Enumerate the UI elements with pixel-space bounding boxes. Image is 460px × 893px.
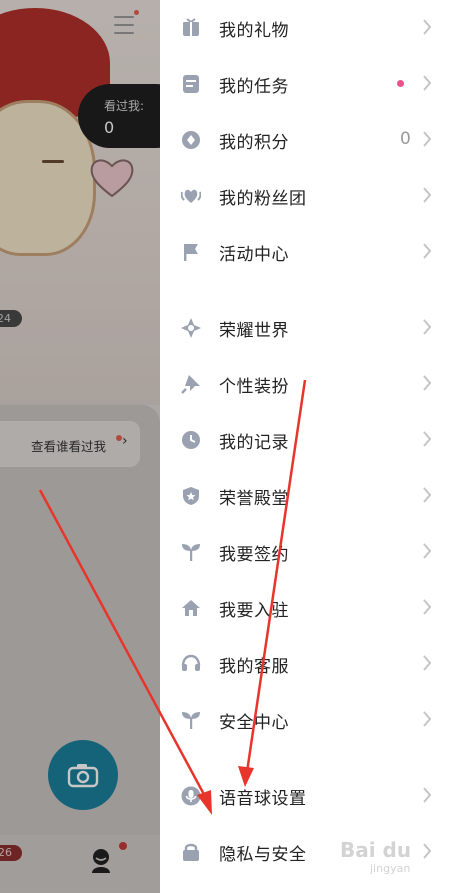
menu-item-label: 隐私与安全: [219, 845, 307, 865]
watermark-subtext: jingyan: [370, 862, 411, 875]
menu-item-points[interactable]: 我的积分 0: [160, 112, 460, 168]
microphone-icon: [181, 786, 201, 806]
chevron-right-icon: [423, 375, 432, 391]
chevron-right-icon: [423, 243, 432, 259]
task-icon: [183, 75, 199, 93]
menu-item-label: 我的粉丝团: [219, 189, 307, 209]
chevron-right-icon: [423, 487, 432, 503]
sprout-icon: [182, 544, 200, 561]
chevron-right-icon: [423, 19, 432, 35]
chevron-right-icon: [423, 787, 432, 803]
menu-item-label: 我要入驻: [219, 601, 289, 621]
sprout-icon: [182, 712, 200, 729]
side-drawer-menu: 我的礼物 我的任务 我的积分 0 我的粉丝团 活动中心 荣耀世界 个性装扮 我的…: [160, 0, 460, 893]
gift-icon: [183, 18, 199, 36]
menu-item-privacy-security[interactable]: 隐私与安全: [160, 824, 460, 880]
flag-icon: [184, 244, 198, 261]
menu-item-label: 我的任务: [219, 77, 289, 97]
menu-item-tasks[interactable]: 我的任务: [160, 56, 460, 112]
menu-item-glory-world[interactable]: 荣耀世界: [160, 300, 460, 356]
menu-item-label: 我的礼物: [219, 21, 289, 41]
menu-item-voice-ball-settings[interactable]: 语音球设置: [160, 768, 460, 824]
fan-club-icon: [181, 189, 201, 203]
menu-item-label: 荣誉殿堂: [219, 489, 289, 509]
chevron-right-icon: [423, 655, 432, 671]
chevron-right-icon: [423, 187, 432, 203]
menu-item-customer-service[interactable]: 我的客服: [160, 636, 460, 692]
menu-item-join[interactable]: 我要入驻: [160, 580, 460, 636]
menu-item-sign-contract[interactable]: 我要签约: [160, 524, 460, 580]
menu-item-fan-club[interactable]: 我的粉丝团: [160, 168, 460, 224]
points-icon: [182, 131, 200, 149]
clock-icon: [182, 431, 200, 449]
home-icon: [182, 600, 200, 616]
menu-item-records[interactable]: 我的记录: [160, 412, 460, 468]
task-notification-dot: [397, 80, 404, 87]
points-value: 0: [400, 129, 411, 149]
menu-item-dress-up[interactable]: 个性装扮: [160, 356, 460, 412]
menu-item-hall-of-honor[interactable]: 荣誉殿堂: [160, 468, 460, 524]
menu-item-label: 我的记录: [219, 433, 289, 453]
menu-item-security-center[interactable]: 安全中心: [160, 692, 460, 748]
chevron-right-icon: [423, 75, 432, 91]
chevron-right-icon: [423, 431, 432, 447]
watermark-logo: Bai du: [340, 838, 412, 862]
chevron-right-icon: [423, 543, 432, 559]
menu-item-label: 我要签约: [219, 545, 289, 565]
chevron-right-icon: [423, 319, 432, 335]
headset-icon: [181, 654, 201, 671]
lock-icon: [183, 843, 199, 861]
chevron-right-icon: [423, 843, 432, 859]
chevron-right-icon: [423, 599, 432, 615]
menu-item-gifts[interactable]: 我的礼物: [160, 0, 460, 56]
menu-item-label: 荣耀世界: [219, 321, 289, 341]
chevron-right-icon: [423, 131, 432, 147]
menu-item-label: 个性装扮: [219, 377, 289, 397]
menu-item-label: 活动中心: [219, 245, 289, 265]
chevron-right-icon: [423, 711, 432, 727]
menu-item-activity-center[interactable]: 活动中心: [160, 224, 460, 280]
menu-item-label: 安全中心: [219, 713, 289, 733]
menu-item-label: 我的积分: [219, 133, 289, 153]
shield-star-icon: [183, 487, 199, 505]
menu-item-label: 语音球设置: [219, 789, 307, 809]
pin-icon: [181, 375, 200, 394]
profile-page-background: 看过我: 0 24 查看谁看过我 › 26: [0, 0, 160, 893]
compass-icon: [181, 318, 201, 338]
menu-item-label: 我的客服: [219, 657, 289, 677]
drawer-overlay[interactable]: [0, 0, 160, 893]
